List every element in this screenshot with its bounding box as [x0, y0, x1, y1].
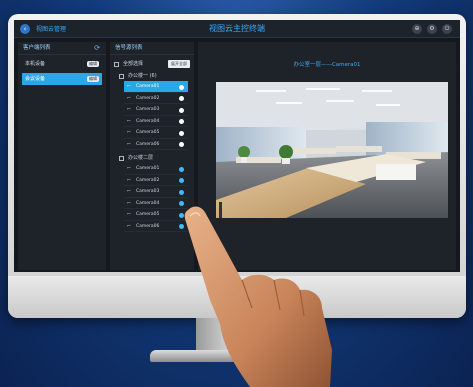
preview-caption: 办公室一层——Camera01 [293, 62, 361, 68]
status-dot [179, 119, 184, 124]
client-item-label: 会议设备 [25, 76, 46, 82]
camera-video-feed[interactable] [216, 82, 448, 218]
group-label: 办公楼二层 [128, 155, 154, 161]
group-row[interactable]: 办公楼二层 [110, 153, 194, 163]
camera-label: Camera04 [136, 118, 160, 124]
camera-icon: ⌐ [127, 199, 132, 206]
group-checkbox[interactable] [119, 156, 124, 161]
select-all-label: 全部选择 [123, 61, 144, 67]
edit-button[interactable]: 编辑 [87, 61, 99, 67]
select-all-checkbox[interactable] [114, 62, 119, 67]
lock-icon[interactable]: ⊕ [412, 24, 422, 34]
status-dot [179, 96, 184, 101]
camera-icon: ⌐ [127, 117, 132, 124]
camera-label: Camera02 [136, 177, 160, 183]
client-list-panel: 客户端列表 ⟳ 本机设备 编辑 会议设备 编辑 [18, 42, 106, 270]
panel-title: 客户端列表 ⟳ [18, 42, 106, 55]
panel-title: 信号源列表 [110, 42, 194, 55]
camera-label: Camera01 [136, 84, 160, 89]
status-dot [179, 130, 184, 136]
camera-label: Camera02 [136, 95, 160, 101]
camera-row[interactable]: ⌐ Camera03 [124, 186, 188, 198]
group-label: 办公楼一 (6) [128, 71, 157, 81]
camera-row[interactable]: ⌐ Camera05 [124, 127, 188, 139]
status-dot [179, 166, 184, 172]
client-item[interactable]: 会议设备 编辑 [22, 73, 102, 85]
refresh-icon[interactable]: ⟳ [94, 45, 100, 52]
camera-icon: ⌐ [127, 106, 132, 112]
pointing-hand-image [184, 206, 332, 387]
power-icon[interactable]: ⏻ [442, 24, 452, 34]
group-name: 办公楼一 [128, 73, 149, 79]
camera-label: Camera01 [136, 166, 160, 171]
group-checkbox[interactable] [119, 74, 124, 79]
camera-row[interactable]: ⌐ Camera01 [124, 81, 188, 93]
camera-row[interactable]: ⌐ Camera06 [124, 139, 188, 150]
client-list-title: 客户端列表 [23, 45, 51, 51]
title-bar: ‹ 视图云管理 视图云主控终端 ⊕ ⚙ ⏻ [14, 20, 460, 38]
camera-icon: ⌐ [127, 129, 132, 135]
camera-label: Camera05 [136, 130, 160, 135]
group-row[interactable]: 办公楼一 (6) [110, 71, 194, 81]
status-dot [179, 142, 184, 147]
status-dot [179, 189, 184, 195]
camera-icon: ⌐ [127, 211, 132, 217]
camera-icon: ⌐ [127, 222, 132, 229]
camera-row[interactable]: ⌐ Camera05 [124, 209, 188, 221]
client-item-label: 本机设备 [25, 61, 46, 67]
camera-icon: ⌐ [127, 83, 132, 89]
camera-icon: ⌐ [127, 94, 132, 101]
client-item[interactable]: 本机设备 编辑 [22, 58, 102, 70]
status-dot [179, 84, 184, 90]
select-all-row: 全部选择 展开全部 [110, 59, 194, 69]
camera-icon: ⌐ [127, 140, 132, 147]
camera-row[interactable]: ⌐ Camera06 [124, 221, 188, 232]
camera-row[interactable]: ⌐ Camera01 [124, 163, 188, 175]
camera-icon: ⌐ [127, 188, 132, 194]
status-dot [179, 178, 184, 183]
camera-label: Camera06 [136, 141, 160, 147]
camera-row[interactable]: ⌐ Camera02 [124, 93, 188, 104]
camera-label: Camera03 [136, 107, 160, 112]
expand-all-button[interactable]: 展开全部 [168, 60, 190, 68]
group-count: (6) [149, 73, 157, 79]
camera-row[interactable]: ⌐ Camera02 [124, 175, 188, 186]
office-scene-image [216, 82, 448, 218]
camera-list-group-1: ⌐ Camera01 ⌐ Camera02 ⌐ Camera03 ⌐ Camera04 … [110, 81, 194, 150]
camera-label: Camera05 [136, 212, 160, 217]
camera-row[interactable]: ⌐ Camera04 [124, 116, 188, 127]
camera-icon: ⌐ [127, 165, 132, 171]
camera-row[interactable]: ⌐ Camera03 [124, 104, 188, 116]
camera-label: Camera03 [136, 189, 160, 194]
app-title: 视图云主控终端 [209, 24, 265, 33]
settings-icon[interactable]: ⚙ [427, 24, 437, 34]
camera-row[interactable]: ⌐ Camera04 [124, 198, 188, 209]
status-dot [179, 107, 184, 113]
camera-label: Camera06 [136, 223, 160, 229]
edit-button[interactable]: 编辑 [87, 76, 99, 82]
camera-label: Camera04 [136, 200, 160, 206]
camera-icon: ⌐ [127, 176, 132, 183]
